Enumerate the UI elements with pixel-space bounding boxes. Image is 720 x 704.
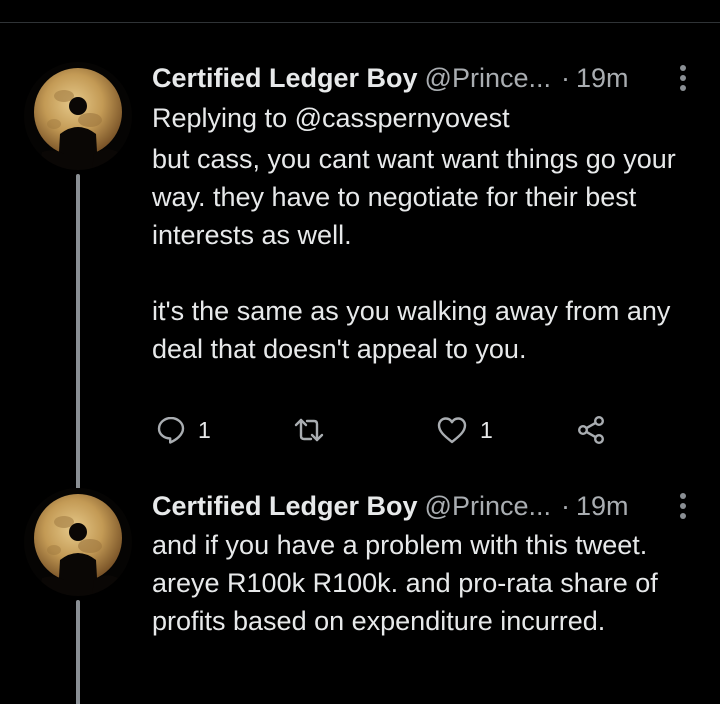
heart-outline-icon <box>437 417 467 444</box>
tweet-paragraph: it's the same as you walking away from a… <box>152 296 671 364</box>
tweet-paragraph: and if you have a problem with this twee… <box>152 530 658 636</box>
avatar[interactable] <box>24 488 132 596</box>
share-button[interactable] <box>576 410 606 450</box>
retweet-arrows-icon <box>294 418 324 442</box>
moon-silhouette-avatar-image <box>24 488 132 596</box>
separator-dot: · <box>561 491 570 521</box>
author-handle[interactable]: @Prince... <box>425 488 551 524</box>
more-options-icon[interactable] <box>677 492 689 520</box>
reply-button[interactable]: 1 <box>156 410 211 450</box>
replying-to-label[interactable]: Replying to @casspernyovest <box>152 100 697 136</box>
tweet-content: Certified Ledger Boy @Prince... · 19m Re… <box>152 60 697 368</box>
tweet-header: Certified Ledger Boy @Prince... · 19m <box>152 488 697 524</box>
tweet-header: Certified Ledger Boy @Prince... · 19m <box>152 60 697 96</box>
share-nodes-icon <box>578 416 605 445</box>
author-handle[interactable]: @Prince... <box>425 60 551 96</box>
thread-connector-line <box>76 600 80 704</box>
more-options-icon[interactable] <box>677 64 689 92</box>
separator-dot: · <box>561 63 570 93</box>
moon-silhouette-avatar-image <box>24 62 132 170</box>
timestamp[interactable]: 19m <box>576 60 629 96</box>
speech-bubble-icon <box>157 416 185 444</box>
reply-count: 1 <box>198 416 211 443</box>
tweet-action-bar: 1 1 <box>152 410 632 450</box>
author-name[interactable]: Certified Ledger Boy <box>152 60 418 96</box>
tweet-text: and if you have a problem with this twee… <box>152 526 697 640</box>
author-name[interactable]: Certified Ledger Boy <box>152 488 418 524</box>
like-button[interactable]: 1 <box>436 410 493 450</box>
like-count: 1 <box>480 416 493 443</box>
thread-connector-line <box>76 174 80 538</box>
tweet-text: but cass, you cant want want things go y… <box>152 140 697 368</box>
retweet-button[interactable] <box>292 410 326 450</box>
tweet-paragraph: but cass, you cant want want things go y… <box>152 144 676 250</box>
top-divider <box>0 22 720 23</box>
tweet-content: Certified Ledger Boy @Prince... · 19m an… <box>152 488 697 640</box>
avatar[interactable] <box>24 62 132 170</box>
timestamp[interactable]: 19m <box>576 488 629 524</box>
